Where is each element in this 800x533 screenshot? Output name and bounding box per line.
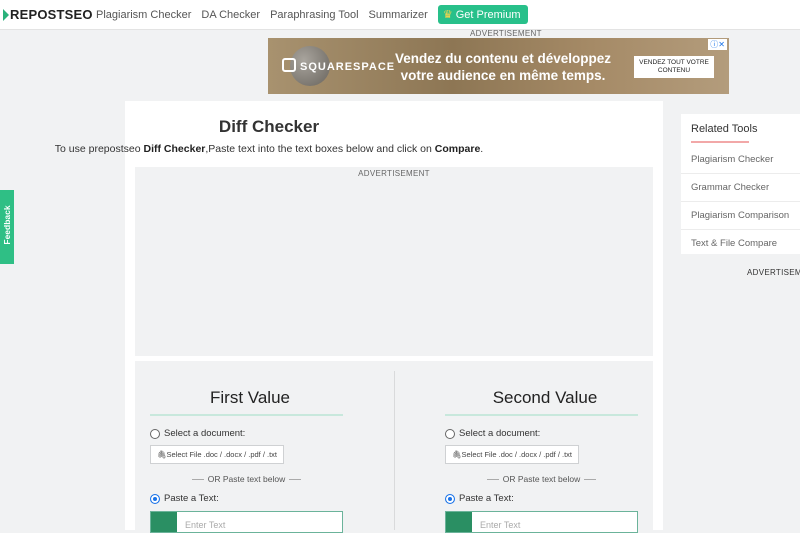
first-select-file-label: Select File .doc / .docx / .pdf / .txt [166,450,277,459]
subtitle-bold-compare: Compare [434,143,481,155]
first-select-document-option[interactable]: Select a document: [150,428,350,439]
second-select-document-radio[interactable] [445,428,455,439]
related-tools-heading: Related Tools [691,123,758,135]
nav-paraphrasing-tool[interactable]: Paraphrasing Tool [270,9,358,21]
first-select-document-radio[interactable] [150,428,160,439]
page-title: Diff Checker [218,117,320,136]
first-paste-text-label: Paste a Text: [164,493,219,504]
ad-headline: Vendez du contenu et développez votre au… [394,51,612,83]
adchoices-icon[interactable]: ⓘ✕ [708,39,727,50]
sidebar-item-text-file-compare[interactable]: Text & File Compare [681,229,800,257]
crown-icon: ♛ [442,9,453,21]
first-or-text: OR Paste text below [207,474,286,484]
first-value-column: First Value Select a document: 🖇Select F… [150,361,350,533]
subtitle-text-2: ,Paste text into the text boxes below an… [205,143,435,155]
top-ad-label: ADVERTISEMENT [470,29,542,38]
nav-da-checker[interactable]: DA Checker [201,9,260,21]
page-subtitle: To use prepostseo Diff Checker,Paste tex… [0,143,538,155]
sidebar-item-grammar-checker[interactable]: Grammar Checker [681,173,800,201]
nav-plagiarism-checker[interactable]: Plagiarism Checker [96,9,191,21]
ad-cta-button[interactable]: VENDEZ TOUT VOTRE CONTENU [634,56,714,78]
first-paste-text-radio[interactable] [150,493,160,504]
second-value-column: Second Value Select a document: 🖇Select … [445,361,645,533]
main-nav: Plagiarism Checker DA Checker Paraphrasi… [91,5,533,24]
sidebar-ad-label: ADVERTISEMENT [747,268,800,277]
ad-brand-text: SQUARESPACE [300,61,396,73]
second-text-placeholder: Enter Text [480,520,521,530]
nav-summarizer[interactable]: Summarizer [369,9,428,21]
first-line-numbers [151,512,177,532]
sidebar-item-plagiarism-checker[interactable]: Plagiarism Checker [681,146,800,173]
inner-ad-label: ADVERTISEMENT [358,169,430,178]
logo-text: REPOSTSEO [10,7,93,22]
first-or-separator: OR Paste text below [150,474,343,484]
second-or-separator: OR Paste text below [445,474,638,484]
column-divider [394,371,395,530]
subtitle-bold-diff-checker: Diff Checker [143,143,206,155]
logo-mark-icon [3,8,9,21]
get-premium-button[interactable]: ♛ Get Premium [437,5,528,24]
second-value-underline [445,414,638,416]
related-tools-underline [691,141,749,143]
second-select-document-option[interactable]: Select a document: [445,428,645,439]
or-line-left [486,478,499,480]
first-select-file-button[interactable]: 🖇Select File .doc / .docx / .pdf / .txt [150,445,284,464]
first-select-document-label: Select a document: [164,428,246,439]
second-select-file-button[interactable]: 🖇Select File .doc / .docx / .pdf / .txt [445,445,579,464]
squarespace-logo-icon [282,58,296,72]
subtitle-text-1: To use prepostseo [54,143,144,155]
feedback-tab[interactable]: Feedback [0,190,14,264]
related-tools-card: Related Tools Plagiarism Checker Grammar… [681,114,800,254]
site-logo[interactable]: REPOSTSEO [3,7,93,22]
second-select-file-label: Select File .doc / .docx / .pdf / .txt [461,450,572,459]
or-line-right [584,478,597,480]
second-line-numbers [446,512,472,532]
first-paste-text-option[interactable]: Paste a Text: [150,493,350,504]
top-navbar: REPOSTSEO Plagiarism Checker DA Checker … [0,0,800,30]
or-line-right [289,478,302,480]
inner-advertisement: ADVERTISEMENT [135,167,653,356]
second-paste-text-option[interactable]: Paste a Text: [445,493,645,504]
second-select-document-label: Select a document: [459,428,541,439]
second-value-title: Second Value [492,388,598,407]
or-line-left [191,478,204,480]
first-text-placeholder: Enter Text [185,520,226,530]
second-paste-text-label: Paste a Text: [459,493,514,504]
sidebar-item-plagiarism-comparison[interactable]: Plagiarism Comparison [681,201,800,229]
first-value-underline [150,414,343,416]
first-value-title: First Value [210,388,290,407]
second-paste-text-radio[interactable] [445,493,455,504]
top-advertisement[interactable]: SQUARESPACE Vendez du contenu et dévelop… [268,38,729,94]
subtitle-text-3: . [480,143,484,155]
ad-brand: SQUARESPACE [282,58,395,73]
get-premium-label: Get Premium [455,8,521,21]
feedback-label: Feedback [2,205,12,245]
second-or-text: OR Paste text below [502,474,581,484]
paperclip-icon: 🖇 [452,450,462,459]
paperclip-icon: 🖇 [157,450,167,459]
